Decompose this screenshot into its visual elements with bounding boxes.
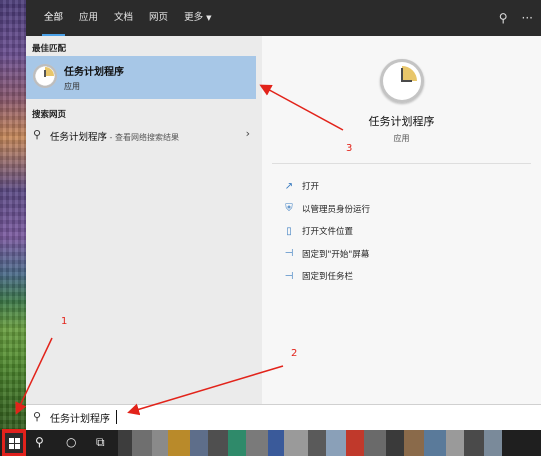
pin-start-icon: ⊣ [284,248,294,260]
pin-taskbar-icon: ⊣ [284,270,294,282]
file-location-icon: ▯ [286,225,292,237]
start-button[interactable] [3,431,25,455]
web-result-text: 任务计划程序 - 查看网络搜索结果 [50,129,179,143]
search-filter-bar: 全部 应用 文档 网页 更多 ▼ ⚲ ··· [26,0,541,36]
search-box[interactable]: ⚲ [26,404,541,431]
taskbar-app[interactable] [246,430,268,456]
best-match-result[interactable]: 任务计划程序 应用 [26,56,256,99]
tab-apps-label: 应用 [79,12,99,23]
action-open[interactable]: ↗ 打开 [282,175,370,198]
action-open-file-location[interactable]: ▯ 打开文件位置 [282,220,370,243]
taskbar-app[interactable] [152,430,168,456]
windows-logo-icon [9,438,20,449]
taskbar-app[interactable] [464,430,484,456]
taskbar-app[interactable] [308,430,326,456]
task-scheduler-clock-icon [33,64,57,88]
taskbar-pinned-apps [118,430,541,456]
taskbar-app[interactable] [190,430,208,456]
best-match-header: 最佳匹配 [32,44,67,54]
chevron-down-icon: ▼ [206,14,212,22]
annotation-label-3: 3 [346,143,353,154]
taskbar-app[interactable] [168,430,190,456]
taskbar-search-icon[interactable]: ⚲ [35,435,44,449]
taskbar-app[interactable] [118,430,132,456]
search-icon: ⚲ [33,410,42,423]
action-open-file-location-label: 打开文件位置 [302,227,354,238]
cortana-icon[interactable]: ○ [66,435,76,449]
search-icon: ⚲ [33,128,42,141]
tab-more[interactable]: 更多 ▼ [176,0,219,36]
action-run-as-admin-label: 以管理员身份运行 [302,204,371,215]
tab-more-label: 更多 [184,12,204,23]
start-menu-search-panel: 全部 应用 文档 网页 更多 ▼ ⚲ ··· 最佳匹配 任务计划程序 应用 搜索网… [26,0,541,431]
taskbar-app[interactable] [208,430,228,456]
taskbar-app[interactable] [268,430,284,456]
taskbar: ⚲ ○ ⧉ [0,430,541,456]
tab-documents[interactable]: 文档 [106,0,141,36]
taskbar-app[interactable] [424,430,446,456]
tab-web-label: 网页 [149,12,169,23]
taskbar-app[interactable] [446,430,464,456]
taskbar-app[interactable] [386,430,404,456]
taskbar-app[interactable] [346,430,364,456]
run-as-admin-icon: ⛨ [285,203,293,215]
tab-apps[interactable]: 应用 [71,0,106,36]
action-pin-to-start[interactable]: ⊣ 固定到"开始"屏幕 [282,243,370,266]
web-search-result[interactable]: ⚲ 任务计划程序 - 查看网络搜索结果 › [26,124,262,146]
annotation-label-1: 1 [61,316,68,327]
top-right-icons: ⚲ ··· [499,0,533,36]
task-view-icon[interactable]: ⧉ [96,435,105,450]
best-match-type: 应用 [64,82,80,91]
detail-app-type: 应用 [393,134,410,143]
action-pin-to-start-label: 固定到"开始"屏幕 [302,249,370,260]
action-pin-to-taskbar-label: 固定到任务栏 [302,272,354,283]
more-options-icon[interactable]: ··· [522,11,533,25]
web-result-suffix: - 查看网络搜索结果 [107,133,179,142]
task-scheduler-clock-icon [380,59,424,103]
tab-all-label: 全部 [44,12,64,23]
search-tabs: 全部 应用 文档 网页 更多 ▼ [36,0,219,36]
feedback-icon[interactable]: ⚲ [499,11,508,25]
chevron-right-icon[interactable]: › [246,127,250,140]
wallpaper-strip [0,0,26,456]
taskbar-app[interactable] [484,430,502,456]
taskbar-app[interactable] [404,430,424,456]
search-input[interactable] [50,409,350,426]
action-open-label: 打开 [302,182,320,193]
best-match-name: 任务计划程序 [64,67,124,78]
taskbar-app[interactable] [228,430,246,456]
app-actions: ↗ 打开 ⛨ 以管理员身份运行 ▯ 打开文件位置 ⊣ 固定到"开始"屏幕 ⊣ 固… [282,175,370,288]
taskbar-app[interactable] [364,430,386,456]
tab-documents-label: 文档 [114,12,134,23]
detail-app-name: 任务计划程序 [368,115,435,128]
taskbar-app[interactable] [326,430,346,456]
web-search-header: 搜索网页 [32,110,67,120]
web-result-query: 任务计划程序 [50,132,108,143]
action-pin-to-taskbar[interactable]: ⊣ 固定到任务栏 [282,265,370,288]
results-pane: 最佳匹配 任务计划程序 应用 搜索网页 ⚲ 任务计划程序 - 查看网络搜索结果 … [26,36,262,404]
divider [272,163,531,164]
tab-all[interactable]: 全部 [36,0,71,36]
open-icon: ↗ [284,180,294,192]
app-detail-pane: 任务计划程序 应用 ↗ 打开 ⛨ 以管理员身份运行 ▯ 打开文件位置 ⊣ 固定到… [262,36,541,404]
taskbar-app[interactable] [132,430,152,456]
action-run-as-admin[interactable]: ⛨ 以管理员身份运行 [282,198,370,221]
tab-web[interactable]: 网页 [141,0,176,36]
text-cursor [116,410,117,424]
annotation-label-2: 2 [291,348,298,359]
taskbar-app[interactable] [284,430,308,456]
